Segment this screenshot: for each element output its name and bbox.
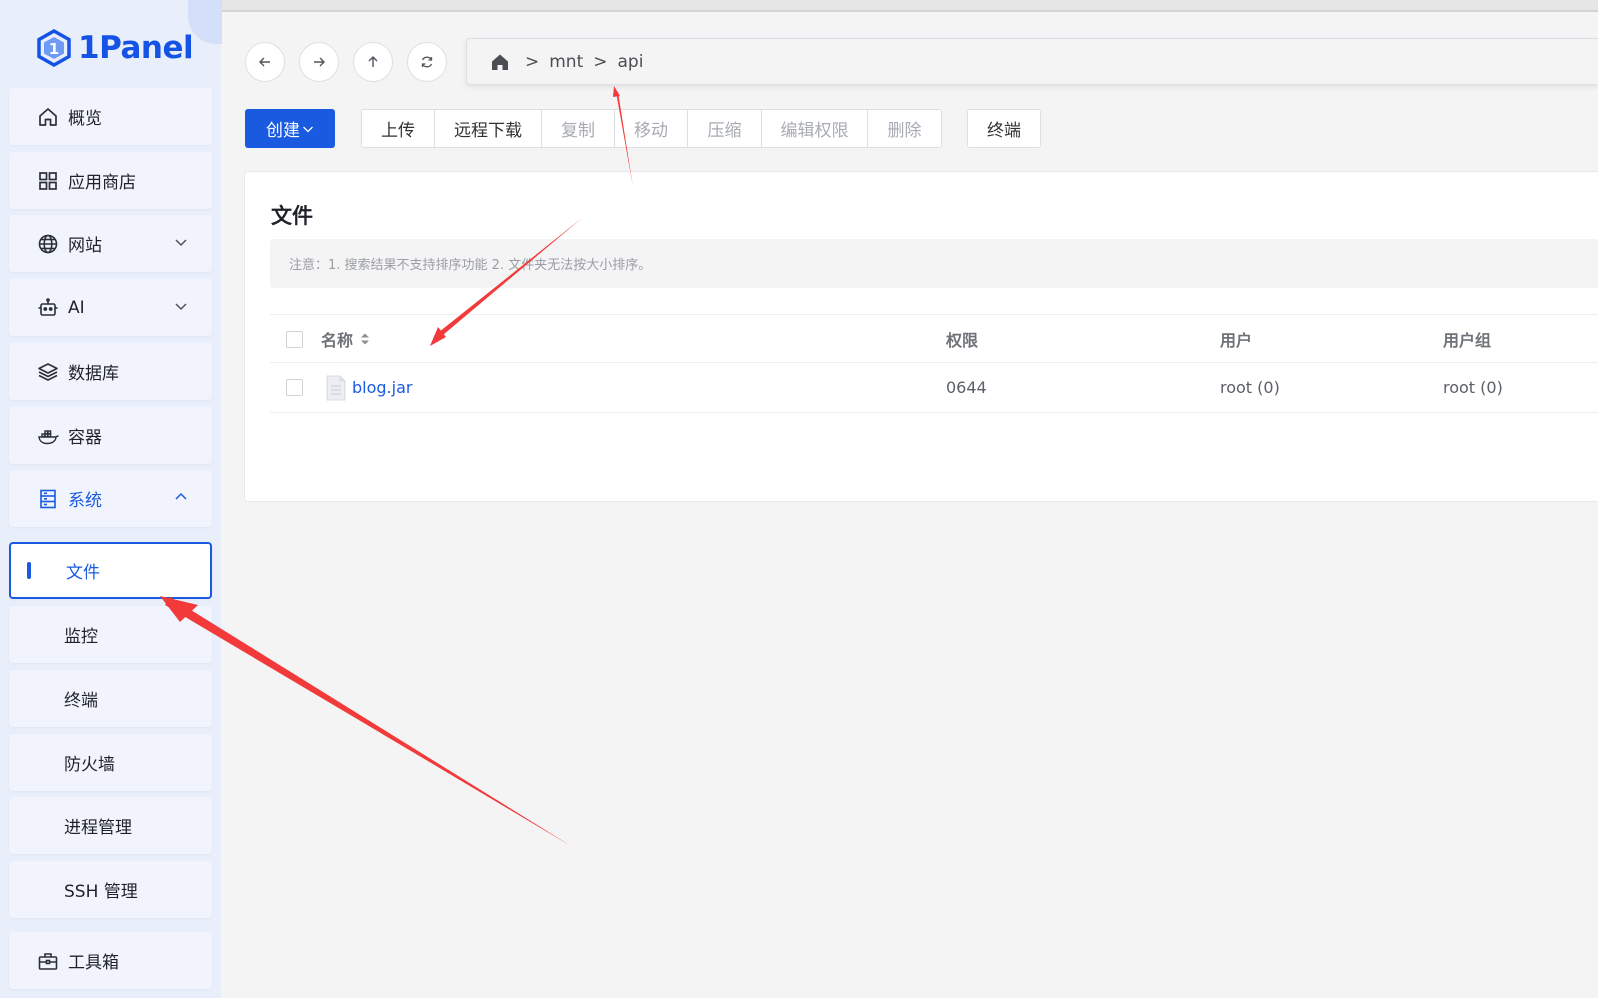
toolbox-icon: [37, 950, 59, 972]
sidebar-item-files[interactable]: 文件: [9, 542, 212, 599]
file-list-card: 文件 注意：1. 搜索结果不支持排序功能 2. 文件夹无法按大小排序。 名称 权…: [244, 171, 1598, 502]
chevron-down-icon: [303, 126, 313, 132]
selected-indicator: [27, 562, 31, 579]
column-label: 名称: [321, 331, 354, 350]
sidebar-item-ai[interactable]: AI: [9, 279, 212, 336]
remote-download-button[interactable]: 远程下载: [435, 110, 542, 147]
file-icon: [326, 375, 346, 400]
user-cell[interactable]: root (0): [1220, 363, 1280, 412]
column-header-user: 用户: [1220, 331, 1253, 350]
sidebar-item-label: 概览: [68, 109, 102, 129]
sidebar-item-monitor[interactable]: 监控: [9, 606, 212, 663]
sidebar-item-system[interactable]: 系统: [9, 470, 212, 527]
refresh-button[interactable]: [407, 42, 447, 82]
forward-button[interactable]: [299, 42, 339, 82]
compress-button[interactable]: 压缩: [688, 110, 762, 147]
create-label: 创建: [266, 121, 300, 141]
refresh-icon: [421, 56, 433, 68]
app-logo[interactable]: 1 1Panel: [36, 28, 194, 68]
up-button[interactable]: [353, 42, 393, 82]
file-name-link[interactable]: blog.jar: [352, 378, 412, 397]
breadcrumb-item-mnt[interactable]: mnt: [549, 52, 583, 72]
sidebar-item-process[interactable]: 进程管理: [9, 797, 212, 854]
sidebar-item-label: 容器: [68, 428, 102, 448]
sidebar-item-overview[interactable]: 概览: [9, 88, 212, 145]
sidebar-item-ssh[interactable]: SSH 管理: [9, 861, 212, 918]
back-button[interactable]: [245, 42, 285, 82]
docker-icon: [37, 425, 59, 447]
delete-button[interactable]: 删除: [868, 110, 941, 147]
sidebar: 1 1Panel 概览 应用商店 网站 AI 数据库 容器 系统 文件 监控 终…: [0, 0, 222, 998]
sidebar-item-label: 进程管理: [64, 818, 132, 838]
select-all-checkbox[interactable]: [286, 331, 303, 348]
breadcrumb: > mnt > api: [466, 38, 1598, 85]
file-name-cell: blog.jar: [325, 363, 412, 412]
logo-text: 1Panel: [78, 30, 194, 66]
chevron-down-icon: [175, 303, 187, 311]
sidebar-item-label: 数据库: [68, 364, 119, 384]
home-icon: [37, 106, 59, 128]
sidebar-item-label: 应用商店: [68, 173, 136, 193]
copy-button[interactable]: 复制: [542, 110, 615, 147]
sidebar-item-label: SSH 管理: [64, 882, 138, 902]
svg-text:1: 1: [49, 40, 59, 58]
robot-icon: [37, 297, 59, 319]
annotation-arrow-breadcrumb-head: [613, 86, 620, 97]
sidebar-item-firewall[interactable]: 防火墙: [9, 734, 212, 791]
sidebar-item-label: 监控: [64, 627, 98, 647]
arrow-up-icon: [368, 56, 378, 67]
hexagon-logo-icon: 1: [37, 29, 71, 67]
sidebar-item-app-store[interactable]: 应用商店: [9, 152, 212, 209]
file-action-group: 上传 远程下载 复制 移动 压缩 编辑权限 删除: [361, 109, 942, 148]
sidebar-item-website[interactable]: 网站: [9, 215, 212, 272]
table-header: 名称 权限 用户 用户组: [270, 314, 1598, 363]
sidebar-item-container[interactable]: 容器: [9, 407, 212, 464]
terminal-button[interactable]: 终端: [967, 109, 1041, 148]
sidebar-item-label: AI: [68, 297, 85, 318]
table-row[interactable]: blog.jar 0644 root (0) root (0): [270, 363, 1598, 413]
server-icon: [37, 488, 59, 510]
sidebar-item-label: 网站: [68, 236, 102, 256]
breadcrumb-separator: >: [593, 51, 608, 72]
grid-icon: [37, 170, 59, 192]
arrow-right-icon: [314, 57, 325, 67]
upload-button[interactable]: 上传: [362, 110, 435, 147]
permission-cell[interactable]: 0644: [946, 363, 987, 412]
globe-icon: [37, 233, 59, 255]
file-table: 名称 权限 用户 用户组 blog.jar 0644 root (0) root…: [270, 314, 1598, 413]
sidebar-item-label: 终端: [64, 691, 98, 711]
sidebar-item-label: 文件: [66, 563, 100, 583]
sidebar-item-toolbox[interactable]: 工具箱: [9, 932, 212, 989]
create-button[interactable]: 创建: [245, 109, 335, 148]
sort-icon[interactable]: [359, 331, 371, 347]
breadcrumb-item-api[interactable]: api: [618, 52, 644, 72]
sidebar-item-label: 防火墙: [64, 755, 115, 775]
sidebar-item-terminal[interactable]: 终端: [9, 670, 212, 727]
sidebar-item-label: 系统: [68, 491, 102, 511]
edit-permission-button[interactable]: 编辑权限: [762, 110, 868, 147]
chevron-up-icon: [175, 492, 187, 500]
annotation-arrow-sidebar: [165, 597, 571, 846]
notice-banner: 注意：1. 搜索结果不支持排序功能 2. 文件夹无法按大小排序。: [270, 239, 1598, 288]
breadcrumb-separator: >: [525, 51, 540, 72]
sidebar-item-database[interactable]: 数据库: [9, 343, 212, 400]
move-button[interactable]: 移动: [615, 110, 688, 147]
group-cell[interactable]: root (0): [1443, 363, 1503, 412]
browser-top-edge: [150, 0, 1598, 12]
column-header-group: 用户组: [1443, 331, 1492, 350]
sidebar-item-label: 工具箱: [68, 953, 119, 973]
home-filled-icon[interactable]: [489, 51, 511, 73]
chevron-down-icon: [175, 239, 187, 247]
column-header-name[interactable]: 名称: [321, 315, 371, 363]
page-title: 文件: [271, 204, 313, 228]
row-checkbox[interactable]: [286, 379, 303, 396]
arrow-left-icon: [259, 57, 270, 67]
layers-icon: [37, 361, 59, 383]
column-header-permission: 权限: [946, 331, 979, 350]
